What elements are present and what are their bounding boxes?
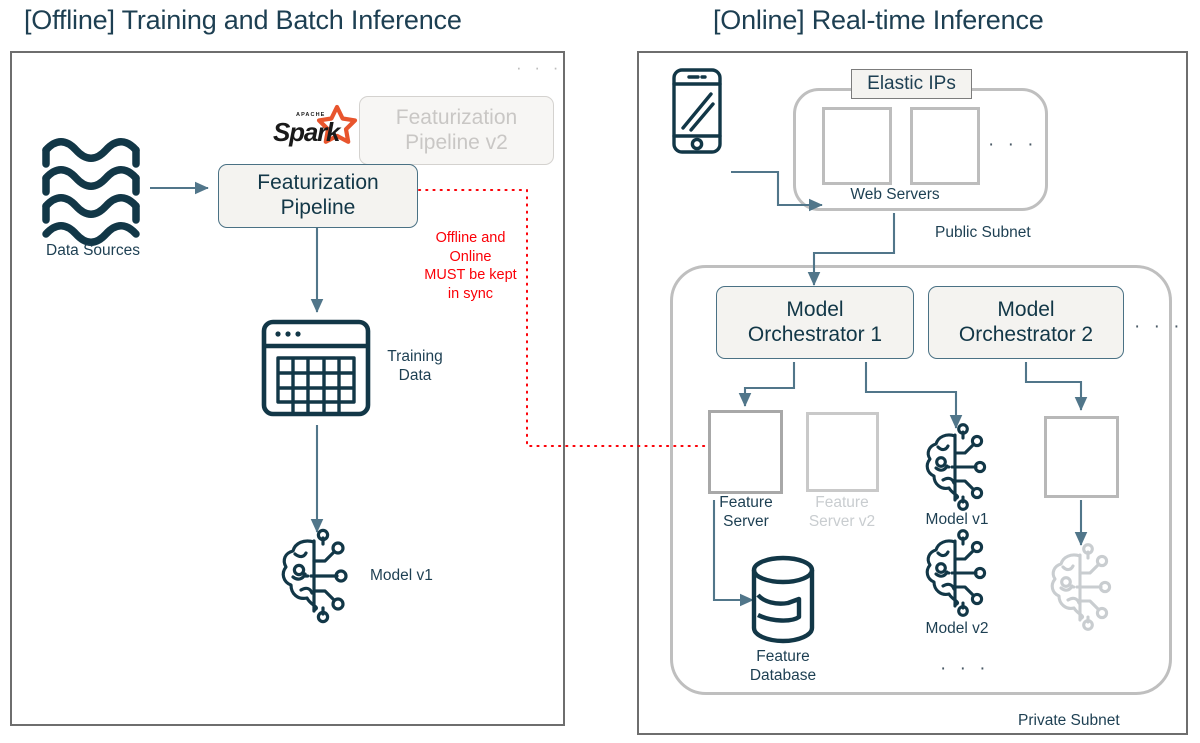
feature-server-box[interactable] [708,410,783,494]
web-server-box-2[interactable] [910,107,980,185]
featurization-pipeline-box[interactable]: Featurization Pipeline [218,164,418,228]
private-subnet-label: Private Subnet [1018,712,1120,729]
feature-server-v2-label: Feature Server v2 [808,494,876,530]
feature-database-label: Feature Database [749,648,817,684]
featurization-pipeline-v2-box[interactable]: Featurization Pipeline v2 [359,96,554,165]
model-v2-label-online: Model v2 [925,620,989,637]
public-subnet-label: Public Subnet [935,224,1031,241]
feature-server-v2-box[interactable] [806,412,879,492]
models-ellipsis: · · · [940,658,990,679]
apache-spark-logo: APACHE Spark [272,112,362,152]
diagram-canvas: [Offline] Training and Batch Inference [… [0,0,1200,743]
data-sources-label: Data Sources [46,242,140,259]
web-server-box-1[interactable] [822,107,892,185]
model-orchestrator-1-box[interactable]: Model Orchestrator 1 [716,286,914,359]
sync-warning-text: Offline and Online MUST be kept in sync [424,230,517,302]
training-data-label: Training Data [387,348,443,384]
right-server-box[interactable] [1044,416,1119,498]
apache-spark-wordmark: Spark [273,117,340,147]
orchestrators-ellipsis: · · · [1134,316,1184,337]
page-title-online: [Online] Real-time Inference [713,5,1044,35]
model-orchestrator-2-box[interactable]: Model Orchestrator 2 [928,286,1124,359]
web-servers-label: Web Servers [850,186,940,203]
model-v1-label-offline: Model v1 [370,567,433,584]
model-v1-label-online: Model v1 [925,511,989,528]
web-servers-ellipsis: · · · [988,134,1038,155]
feature-server-label: Feature Server [719,494,773,530]
versions-ellipsis-offline: · · · [516,58,563,77]
elastic-ips-chip[interactable]: Elastic IPs [851,69,972,99]
page-title-offline: [Offline] Training and Batch Inference [24,5,462,35]
